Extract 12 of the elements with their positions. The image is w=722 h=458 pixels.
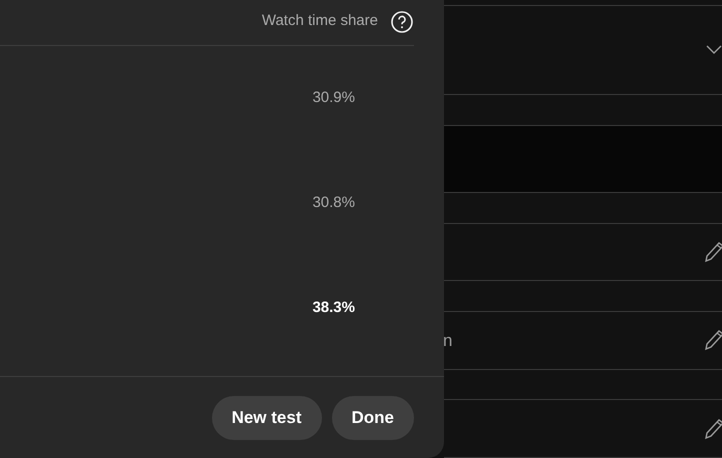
new-test-button[interactable]: New test [212, 396, 322, 440]
share-value: 38.3% [312, 298, 355, 318]
share-value: 30.9% [312, 88, 355, 108]
help-icon[interactable] [390, 10, 414, 34]
chevron-down-icon[interactable] [706, 45, 722, 56]
pencil-icon[interactable] [704, 241, 722, 264]
pencil-icon[interactable] [704, 329, 722, 352]
column-header: Watch time share [262, 11, 378, 32]
row-text: n [443, 330, 452, 352]
pencil-icon[interactable] [704, 418, 722, 440]
done-button[interactable]: Done [332, 396, 414, 440]
share-value: 30.8% [312, 193, 355, 214]
